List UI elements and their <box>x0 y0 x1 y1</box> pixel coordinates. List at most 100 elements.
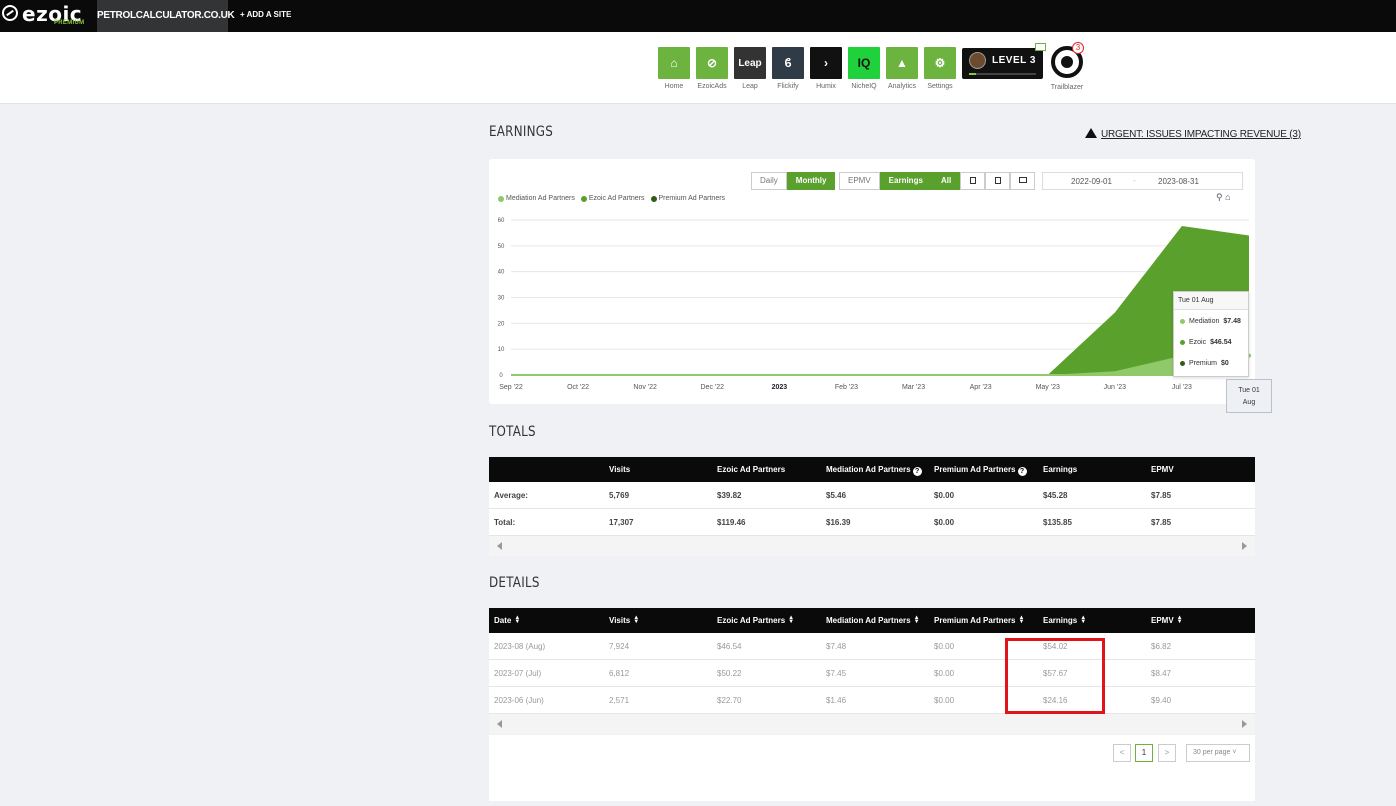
sort-icon[interactable]: ▲ ▼ <box>1177 615 1183 625</box>
table-cell: 5,769 <box>609 491 630 500</box>
totals-title: TOTALS <box>489 424 536 440</box>
prev-page-button[interactable]: < <box>1113 744 1131 762</box>
horizontal-scrollbar[interactable] <box>489 714 1255 734</box>
y-tick-label: 0 <box>499 373 503 379</box>
mail-icon[interactable] <box>1035 43 1046 51</box>
table-cell: 2023-08 (Aug) <box>494 642 546 651</box>
table-cell: $39.82 <box>717 491 742 500</box>
home-icon: ⌂ <box>658 47 690 79</box>
table-cell: 17,307 <box>609 518 634 527</box>
sort-icon[interactable]: ▲ ▼ <box>1019 615 1025 625</box>
table-cell: $6.82 <box>1151 642 1172 651</box>
leap-icon: Leap <box>734 47 766 79</box>
table-cell: $1.46 <box>826 696 847 705</box>
x-tick-label: Apr '23 <box>970 384 992 391</box>
x-axis-hover-label: Tue 01 Aug <box>1226 379 1272 413</box>
notification-badge: 3 <box>1072 42 1084 54</box>
chart-tooltip: Tue 01 Aug Mediation $7.48 Ezoic $46.54 Pr… <box>1173 291 1249 377</box>
column-header: Ezoic Ad Partners <box>717 465 786 474</box>
earnings-title: EARNINGS <box>489 124 554 140</box>
column-header[interactable]: Premium Ad Partners ▲ ▼ <box>934 608 1024 633</box>
table-row: 2023-06 (Jun) 2,571 $22.70 $1.46 $0.00 $24.16… <box>489 687 1255 714</box>
y-tick-label: 50 <box>498 244 505 250</box>
table-row: 2023-08 (Aug) 7,924 $46.54 $7.48 $0.00 $54.02… <box>489 633 1255 660</box>
y-tick-label: 60 <box>498 218 505 224</box>
x-tick-label: Nov '22 <box>633 384 657 391</box>
level-label: LEVEL 3 <box>992 55 1036 66</box>
x-tick-label: Sep '22 <box>499 384 523 391</box>
table-cell: Average: <box>494 491 528 500</box>
site-tab[interactable]: PETROLCALCULATOR.CO.UK <box>97 0 235 32</box>
trailblazer-app[interactable]: 3 Trailblazer <box>1050 42 1084 91</box>
help-icon[interactable]: ? <box>1017 467 1027 476</box>
table-cell: 7,924 <box>609 642 630 651</box>
y-tick-label: 20 <box>498 321 505 327</box>
earnings-chart-card: Daily Monthly EPMV Earnings All 2022-09-… <box>489 159 1255 404</box>
table-cell: $119.46 <box>717 518 746 527</box>
column-header[interactable]: Earnings ▲ ▼ <box>1043 608 1086 633</box>
y-tick-label: 40 <box>498 270 505 276</box>
urgent-issues-link[interactable]: URGENT: ISSUES IMPACTING REVENUE (3) <box>1085 128 1301 140</box>
settings-icon: ⚙ <box>924 47 956 79</box>
logo-subtitle: PREMIUM <box>54 20 85 26</box>
analytics-icon: ▲ <box>886 47 918 79</box>
current-page-button[interactable]: 1 <box>1135 744 1153 762</box>
details-header-row: Date ▲ ▼ Visits ▲ ▼ Ezoic Ad Partners ▲ ▼ Mediati… <box>489 608 1255 633</box>
column-header[interactable]: Mediation Ad Partners ▲ ▼ <box>826 608 920 633</box>
table-cell: $7.85 <box>1151 518 1172 527</box>
table-cell: 2023-06 (Jun) <box>494 696 544 705</box>
tooltip-row-mediation: Mediation $7.48 <box>1180 318 1241 325</box>
x-tick-label: Feb '23 <box>835 384 858 391</box>
tooltip-title: Tue 01 Aug <box>1174 292 1248 310</box>
column-header: Earnings <box>1043 465 1078 474</box>
table-cell: $7.45 <box>826 669 847 678</box>
table-cell: $0.00 <box>934 518 955 527</box>
x-tick-label: Mar '23 <box>902 384 925 391</box>
flickify-icon: ϐ <box>772 47 804 79</box>
scroll-left-icon[interactable] <box>497 542 502 550</box>
tooltip-row-premium: Premium $0 <box>1180 360 1229 367</box>
x-tick-label: Oct '22 <box>567 384 589 391</box>
sort-icon[interactable]: ▲ ▼ <box>788 615 794 625</box>
next-page-button[interactable]: > <box>1158 744 1176 762</box>
table-cell: $0.00 <box>934 491 955 500</box>
column-header: Visits <box>609 465 631 474</box>
urgent-issues-text: URGENT: ISSUES IMPACTING REVENUE (3) <box>1101 129 1301 140</box>
trailblazer-label: Trailblazer <box>1050 84 1084 91</box>
table-cell: $0.00 <box>934 669 955 678</box>
apps-bar: ⌂ Home ⊘ EzoicAds Leap Leap ϐ Flickify › Humix IQ N… <box>0 32 1396 104</box>
scroll-left-icon[interactable] <box>497 720 502 728</box>
table-cell: $0.00 <box>934 642 955 651</box>
tooltip-row-ezoic: Ezoic $46.54 <box>1180 339 1232 346</box>
ezoicads-icon: ⊘ <box>696 47 728 79</box>
level-badge[interactable]: LEVEL 3 <box>962 48 1043 79</box>
sort-icon[interactable]: ▲ ▼ <box>514 615 520 625</box>
totals-header-row: Visits Ezoic Ad Partners Mediation Ad Part… <box>489 457 1255 482</box>
sort-icon[interactable]: ▲ ▼ <box>633 615 639 625</box>
table-cell: $0.00 <box>934 696 955 705</box>
pagination: < 1 > 30 per page ˅ <box>489 735 1255 801</box>
add-site-link[interactable]: + ADD A SITE <box>240 0 291 32</box>
series-ezoic-area <box>511 226 1249 375</box>
horizontal-scrollbar[interactable] <box>489 536 1255 556</box>
column-header[interactable]: Ezoic Ad Partners ▲ ▼ <box>717 608 794 633</box>
sort-icon[interactable]: ▲ ▼ <box>914 615 920 625</box>
column-header[interactable]: EPMV ▲ ▼ <box>1151 608 1183 633</box>
table-cell: $9.40 <box>1151 696 1172 705</box>
sort-icon[interactable]: ▲ ▼ <box>1080 615 1086 625</box>
scroll-right-icon[interactable] <box>1242 542 1247 550</box>
help-icon[interactable]: ? <box>912 467 922 476</box>
table-cell: $7.48 <box>826 642 847 651</box>
avatar <box>969 52 986 69</box>
nicheiq-icon: IQ <box>848 47 880 79</box>
ezoic-logo[interactable]: ezoic PREMIUM <box>2 2 92 29</box>
x-tick-label: Jun '23 <box>1104 384 1126 391</box>
app-settings[interactable]: ⚙ Settings <box>924 47 956 90</box>
column-header[interactable]: Visits ▲ ▼ <box>609 608 639 633</box>
scroll-right-icon[interactable] <box>1242 720 1247 728</box>
x-tick-label: May '23 <box>1036 384 1060 391</box>
table-cell: Total: <box>494 518 516 527</box>
column-header[interactable]: Date ▲ ▼ <box>494 608 520 633</box>
per-page-select[interactable]: 30 per page ˅ <box>1186 744 1250 762</box>
table-row: Total: 17,307 $119.46 $16.39 $0.00 $135.85 $7.… <box>489 509 1255 536</box>
